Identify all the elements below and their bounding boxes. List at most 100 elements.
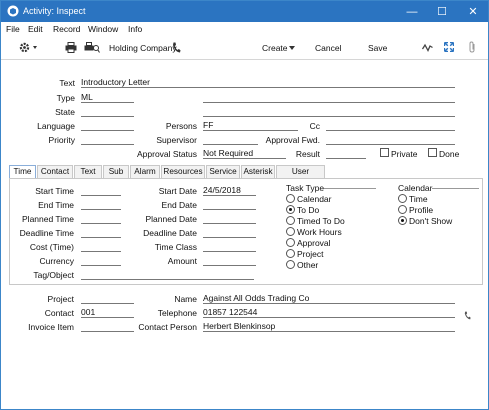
planned-date-label: Planned Date — [145, 214, 197, 224]
cost-time-field[interactable] — [81, 241, 121, 252]
deadline-time-field[interactable] — [81, 227, 121, 238]
tab-text[interactable]: Text — [74, 165, 102, 178]
menu-record[interactable]: Record — [53, 24, 80, 34]
language-field[interactable] — [81, 120, 134, 131]
tab-time[interactable]: Time — [9, 165, 36, 179]
maximize-button[interactable]: ☐ — [427, 1, 457, 22]
phone-call-icon[interactable] — [464, 311, 471, 320]
text-label: Text — [59, 78, 75, 88]
calendar-divider — [432, 188, 479, 189]
cancel-button[interactable]: Cancel — [315, 43, 341, 53]
tab-alarm[interactable]: Alarm — [130, 165, 160, 178]
end-time-field[interactable] — [81, 199, 121, 210]
menu-bar: File Edit Record Window Info — [1, 22, 488, 36]
maximize-icon: ☐ — [437, 6, 447, 18]
type-label: Type — [56, 93, 75, 103]
task-type-radio-other[interactable] — [286, 260, 295, 269]
name-field[interactable]: Against All Odds Trading Co — [203, 293, 455, 304]
tab-user-defined[interactable]: User Defined — [276, 165, 325, 188]
menu-window[interactable]: Window — [88, 24, 118, 34]
time-class-field[interactable] — [203, 241, 256, 252]
contact-person-label: Contact Person — [138, 322, 197, 332]
task-type-radio-approval[interactable] — [286, 238, 295, 247]
task-type-radio-work-hours[interactable] — [286, 227, 295, 236]
project-label: Project — [47, 294, 74, 304]
state-label: State — [55, 107, 75, 117]
project-field[interactable] — [81, 293, 134, 304]
priority-label: Priority — [48, 135, 75, 145]
end-date-label: End Date — [161, 200, 197, 210]
gear-menu-icon[interactable] — [19, 42, 39, 53]
title-bar: Activity: Inspect — ☐ ✕ — [1, 1, 488, 22]
task-type-radio-to-do[interactable] — [286, 205, 295, 214]
create-button[interactable]: Create — [262, 43, 288, 53]
calendar-radio-profile[interactable] — [398, 205, 407, 214]
deadline-date-field[interactable] — [203, 227, 256, 238]
end-date-field[interactable] — [203, 199, 256, 210]
result-field[interactable] — [326, 148, 366, 159]
printer-icon[interactable] — [65, 42, 77, 53]
activity-wave-icon[interactable] — [422, 43, 433, 52]
invoice-item-field[interactable] — [81, 321, 134, 332]
expand-arrows-icon[interactable] — [444, 42, 454, 52]
deadline-time-label: Deadline Time — [19, 228, 74, 238]
tab-contact[interactable]: Contact — [37, 165, 73, 178]
task-type-radio-timed-to-do[interactable] — [286, 216, 295, 225]
tab-resources[interactable]: Resources — [161, 165, 205, 178]
task-type-approval-label: Approval — [297, 238, 331, 248]
save-button[interactable]: Save — [368, 43, 387, 53]
calendar-radio-time[interactable] — [398, 194, 407, 203]
telephone-field[interactable]: 01857 122544 — [203, 307, 455, 318]
paperclip-icon[interactable] — [468, 41, 476, 53]
planned-date-field[interactable] — [203, 213, 256, 224]
type-field[interactable]: ML — [81, 92, 134, 103]
tab-sub[interactable]: Sub — [103, 165, 129, 178]
start-date-field[interactable]: 24/5/2018 — [203, 185, 256, 196]
menu-file[interactable]: File — [6, 24, 20, 34]
persons-field[interactable]: FF — [203, 120, 298, 131]
approval-status-field[interactable]: Not Required — [203, 148, 286, 159]
app-icon — [7, 5, 19, 17]
task-type-label: Task Type — [286, 183, 325, 193]
start-time-field[interactable] — [81, 185, 121, 196]
priority-field[interactable] — [81, 134, 134, 145]
tab-asterisk[interactable]: Asterisk — [241, 165, 275, 178]
task-type-divider — [324, 188, 376, 189]
tag-object-field[interactable] — [81, 269, 254, 280]
text-field[interactable]: Introductory Letter — [81, 77, 455, 88]
invoice-item-label: Invoice Item — [28, 322, 74, 332]
done-checkbox[interactable] — [428, 148, 437, 157]
task-type-other-label: Other — [297, 260, 319, 270]
planned-time-label: Planned Time — [22, 214, 74, 224]
task-type-radio-calendar[interactable] — [286, 194, 295, 203]
type-description-field — [203, 92, 455, 103]
calendar-profile-label: Profile — [409, 205, 434, 215]
chevron-down-icon — [289, 46, 295, 50]
menu-edit[interactable]: Edit — [28, 24, 43, 34]
contact-person-field[interactable]: Herbert Blenkinsop — [203, 321, 455, 332]
name-label: Name — [174, 294, 197, 304]
task-type-calendar-label: Calendar — [297, 194, 332, 204]
supervisor-field[interactable] — [203, 134, 258, 145]
task-type-work-hours-label: Work Hours — [297, 227, 342, 237]
phone-icon[interactable] — [172, 42, 181, 53]
contact-field[interactable]: 001 — [81, 307, 134, 318]
approval-fwd-field[interactable] — [326, 134, 455, 145]
state-field[interactable] — [81, 106, 134, 117]
tab-service[interactable]: Service — [206, 165, 240, 178]
menu-info[interactable]: Info — [128, 24, 142, 34]
task-type-radio-project[interactable] — [286, 249, 295, 258]
currency-field[interactable] — [81, 255, 121, 266]
close-button[interactable]: ✕ — [458, 1, 488, 22]
print-preview-icon[interactable] — [84, 42, 100, 53]
minimize-button[interactable]: — — [397, 1, 427, 22]
private-checkbox[interactable] — [380, 148, 389, 157]
planned-time-field[interactable] — [81, 213, 121, 224]
calendar-time-label: Time — [409, 194, 428, 204]
approval-status-label: Approval Status — [136, 149, 197, 159]
amount-field[interactable] — [203, 255, 256, 266]
calendar-radio-dont-show[interactable] — [398, 216, 407, 225]
close-icon: ✕ — [468, 6, 478, 18]
cc-field[interactable] — [326, 120, 455, 131]
supervisor-label: Supervisor — [156, 135, 197, 145]
